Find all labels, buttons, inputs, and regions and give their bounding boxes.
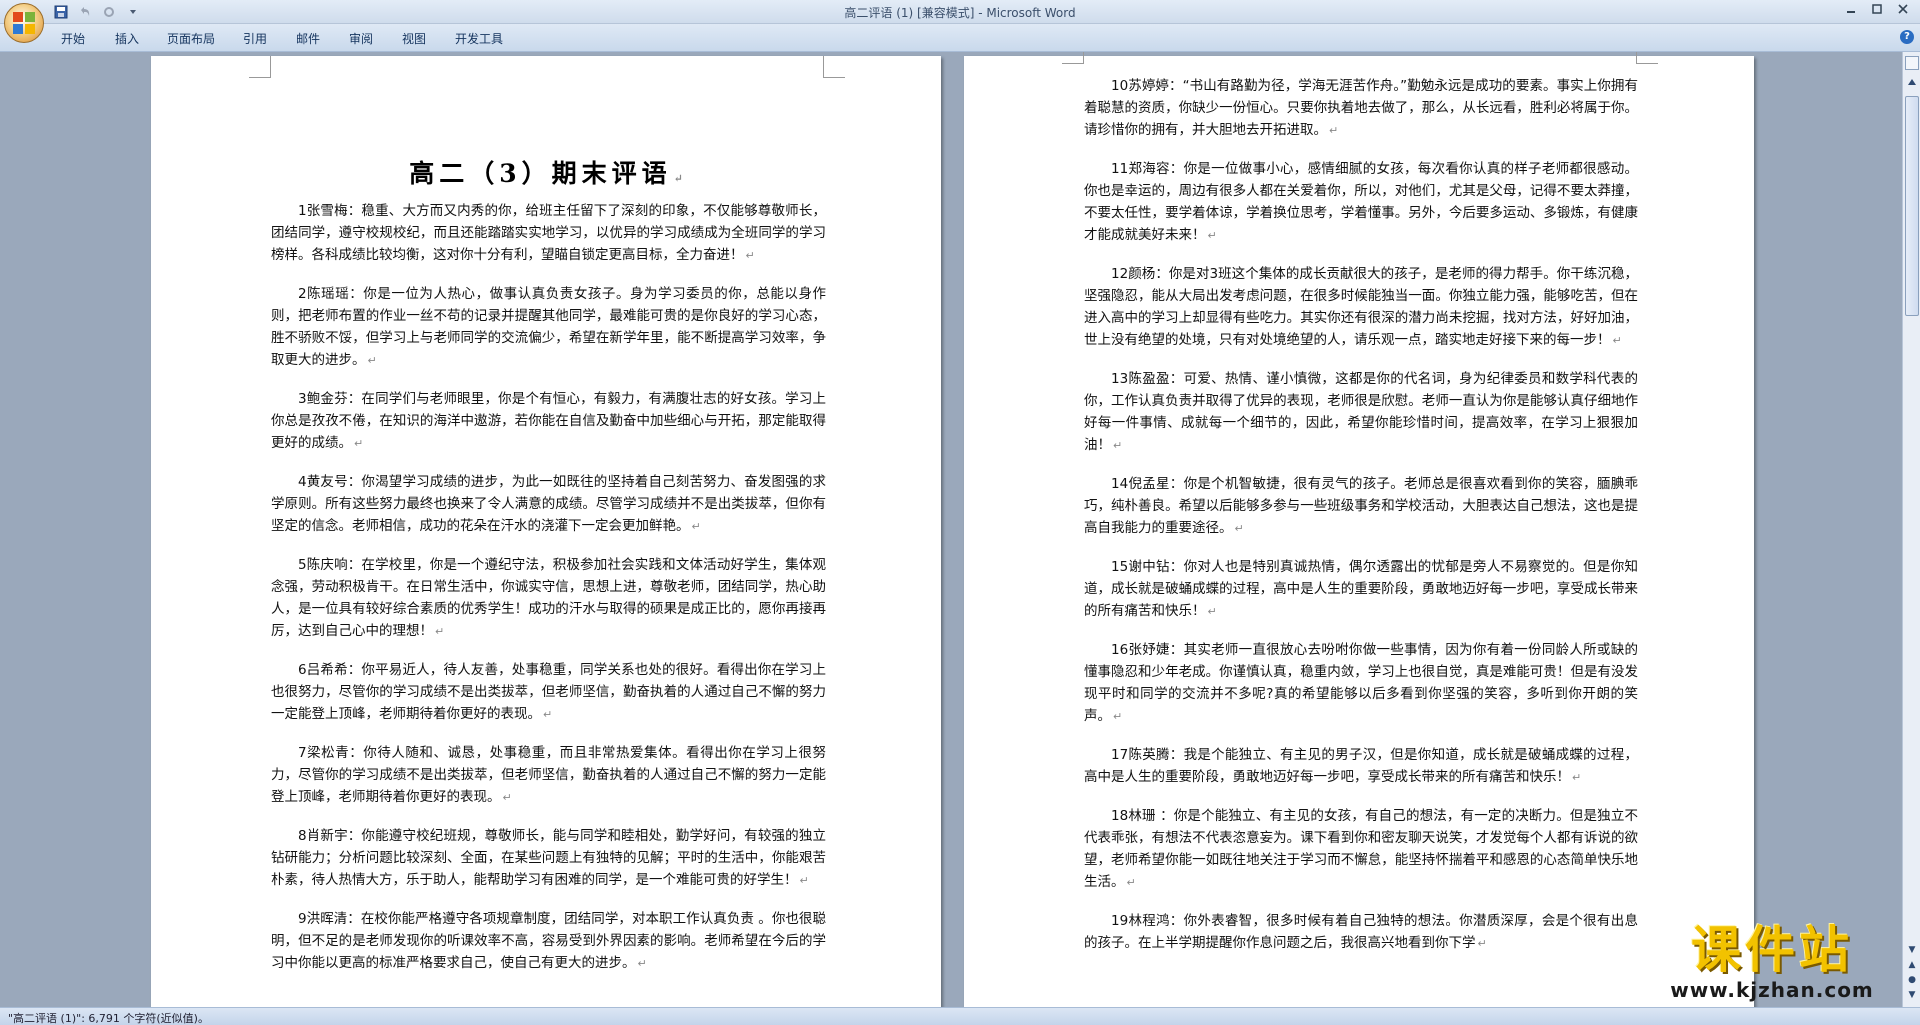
watermark-url-text: www.kjzhan.com	[1670, 978, 1874, 1002]
tab-mailings[interactable]: 邮件	[296, 30, 320, 47]
tab-page-layout[interactable]: 页面布局	[167, 30, 215, 47]
paragraph-mark-icon: ↵	[1207, 229, 1217, 242]
document-area: 高二（3）期末评语 ↵ 1张雪梅：稳重、大方而又内秀的你，给班主任留下了深刻的印象…	[0, 52, 1902, 1007]
tab-home[interactable]: 开始	[61, 30, 85, 47]
paragraph-mark-icon: ↵	[637, 957, 647, 970]
comment-paragraph: 15谢中钻：你对人也是特别真诚热情，偶尔透露出的忧郁是旁人不易察觉的。但是你知道…	[1084, 559, 1638, 619]
kjzhan-watermark-logo: 课件站 www.kjzhan.com	[1652, 922, 1892, 1004]
status-bar: "高二评语 (1)": 6,791 个字符(近似值)。	[0, 1007, 1920, 1025]
comment-paragraph: 17陈英腾：我是个能独立、有主见的男子汉，但是你知道，成长就是破蛹成蝶的过程，高…	[1084, 747, 1638, 785]
page-1-paragraph-list: 1张雪梅：稳重、大方而又内秀的你，给班主任留下了深刻的印象，不仅能够尊敬师长，团…	[271, 200, 826, 975]
comment-paragraph: 3鲍金芬：在同学们与老师眼里，你是个有恒心，有毅力，有满腹壮志的好女孩。学习上你…	[271, 391, 826, 451]
margin-corner-mark	[1062, 52, 1084, 64]
paragraph-mark-icon: ↵	[691, 520, 701, 533]
comment-paragraph: 1张雪梅：稳重、大方而又内秀的你，给班主任留下了深刻的印象，不仅能够尊敬师长，团…	[271, 203, 826, 263]
window-title: 高二评语 (1) [兼容模式] - Microsoft Word	[844, 6, 1076, 20]
tab-developer[interactable]: 开发工具	[455, 30, 503, 47]
comment-paragraph: 8肖新宇：你能遵守校纪班规，尊敬师长，能与同学和睦相处，勤学好问，有较强的独立钻…	[271, 828, 826, 888]
paragraph-mark-icon: ↵	[799, 874, 809, 887]
comment-paragraph: 19林程鸿：你外表睿智，很多时候有着自己独特的想法。你潜质深厚，会是个很有出息的…	[1084, 913, 1638, 951]
paragraph-mark-icon: ↵	[435, 625, 445, 638]
paragraph-mark-icon: ↵	[1612, 334, 1622, 347]
paragraph-mark-icon: ↵	[1113, 710, 1123, 723]
comment-paragraph: 13陈盈盈：可爱、热情、谨小慎微，这都是你的代名词，身为纪律委员和数学科代表的你…	[1084, 371, 1638, 453]
scroll-nav-buttons: ▼ ▲ ● ▼	[1905, 944, 1919, 1001]
title-bar: 高二评语 (1) [兼容模式] - Microsoft Word	[0, 0, 1920, 24]
ruler-toggle-icon[interactable]	[1905, 56, 1919, 70]
margin-corner-mark	[249, 56, 271, 78]
paragraph-mark-icon: ↵	[1572, 771, 1582, 784]
document-title: 高二（3）期末评语 ↵	[409, 159, 688, 188]
paragraph-mark-icon: ↵	[1329, 124, 1339, 137]
vertical-scrollbar[interactable]: ▼ ▲ ● ▼	[1902, 52, 1920, 1007]
comment-paragraph: 18林珊 ：你是个能独立、有主见的女孩，有自己的想法，有一定的决断力。但是独立不…	[1084, 808, 1638, 890]
paragraph-mark-icon: ↵	[1207, 605, 1217, 618]
paragraph-mark-icon: ↵	[543, 708, 553, 721]
comment-paragraph: 9洪晖清：在校你能严格遵守各项规章制度，团结同学，对本职工作认真负责 。你也很聪…	[271, 911, 826, 971]
comment-paragraph: 6吕希希：你平易近人，待人友善，处事稳重，同学关系也处的很好。看得出你在学习上也…	[271, 662, 826, 722]
office-logo-icon	[13, 12, 35, 34]
browse-object-icon[interactable]: ●	[1905, 974, 1919, 986]
comment-paragraph: 7梁松青：你待人随和、诚恳，处事稳重，而且非常热爱集体。看得出你在学习上很努力，…	[271, 745, 826, 805]
status-word-count[interactable]: "高二评语 (1)": 6,791 个字符(近似值)。	[8, 1010, 209, 1025]
minimize-icon[interactable]	[1840, 1, 1862, 17]
scroll-up-icon[interactable]	[1906, 76, 1918, 88]
page-2-text: 10苏婷婷：“书山有路勤为径，学海无涯苦作舟。”勤勉永远是成功的要素。事实上你拥…	[1084, 75, 1638, 971]
scroll-thumb[interactable]	[1905, 96, 1919, 316]
comment-paragraph: 14倪孟星：你是个机智敏捷，很有灵气的孩子。老师总是很喜欢看到你的笑容，腼腆乖巧…	[1084, 476, 1638, 536]
tab-references[interactable]: 引用	[243, 30, 267, 47]
paragraph-mark-icon: ↵	[502, 791, 512, 804]
window-controls	[1840, 1, 1914, 17]
paragraph-mark-icon: ↵	[1477, 937, 1487, 950]
page-1[interactable]: 高二（3）期末评语 ↵ 1张雪梅：稳重、大方而又内秀的你，给班主任留下了深刻的印象…	[151, 56, 941, 1007]
help-icon[interactable]: ?	[1900, 30, 1914, 44]
comment-paragraph: 4黄友号：你渴望学习成绩的进步，为此一如既往的坚持着自己刻苦努力、奋发图强的求学…	[271, 474, 826, 534]
margin-corner-mark	[823, 56, 845, 78]
comment-paragraph: 5陈庆响：在学校里，你是一个遵纪守法，积极参加社会实践和文体活动好学生，集体观念…	[271, 557, 826, 639]
comment-paragraph: 16张妤婕：其实老师一直很放心去吩咐你做一些事情，因为你有着一份同龄人所或缺的懂…	[1084, 642, 1638, 724]
maximize-icon[interactable]	[1866, 1, 1888, 17]
paragraph-mark-icon: ↵	[1126, 876, 1136, 889]
previous-page-icon[interactable]: ▲	[1905, 959, 1919, 971]
scroll-down-icon[interactable]: ▼	[1905, 944, 1919, 956]
page-2-paragraph-list: 10苏婷婷：“书山有路勤为径，学海无涯苦作舟。”勤勉永远是成功的要素。事实上你拥…	[1084, 75, 1638, 955]
comment-paragraph: 12颜杨：你是对3班这个集体的成长贡献很大的孩子，是老师的得力帮手。你干练沉稳，…	[1084, 266, 1638, 348]
page-2[interactable]: 10苏婷婷：“书山有路勤为径，学海无涯苦作舟。”勤勉永远是成功的要素。事实上你拥…	[964, 52, 1754, 1007]
paragraph-mark-icon: ↵	[1234, 522, 1244, 535]
tab-insert[interactable]: 插入	[115, 30, 139, 47]
comment-paragraph: 11郑海容：你是一位做事小心，感情细腻的女孩，每次看你认真的样子老师都很感动。你…	[1084, 161, 1638, 243]
comment-paragraph: 10苏婷婷：“书山有路勤为径，学海无涯苦作舟。”勤勉永远是成功的要素。事实上你拥…	[1084, 78, 1638, 138]
ribbon-tabs: 开始 插入 页面布局 引用 邮件 审阅 视图 开发工具 ?	[0, 24, 1920, 52]
comment-paragraph: 2陈瑶瑶：你是一位为人热心，做事认真负责女孩子。身为学习委员的你，总能以身作则，…	[271, 286, 826, 368]
office-button[interactable]	[4, 3, 44, 43]
margin-corner-mark	[1636, 52, 1658, 64]
tab-review[interactable]: 审阅	[349, 30, 373, 47]
close-icon[interactable]	[1892, 1, 1914, 17]
tab-view[interactable]: 视图	[402, 30, 426, 47]
paragraph-mark-icon: ↵	[1113, 439, 1123, 452]
watermark-main-text: 课件站	[1691, 921, 1853, 979]
paragraph-mark-icon: ↵	[745, 249, 755, 262]
next-page-icon[interactable]: ▼	[1905, 989, 1919, 1001]
paragraph-mark-icon: ↵	[354, 437, 364, 450]
page-1-text: 高二（3）期末评语 ↵ 1张雪梅：稳重、大方而又内秀的你，给班主任留下了深刻的印象…	[271, 136, 826, 991]
paragraph-mark-icon: ↵	[367, 354, 377, 367]
